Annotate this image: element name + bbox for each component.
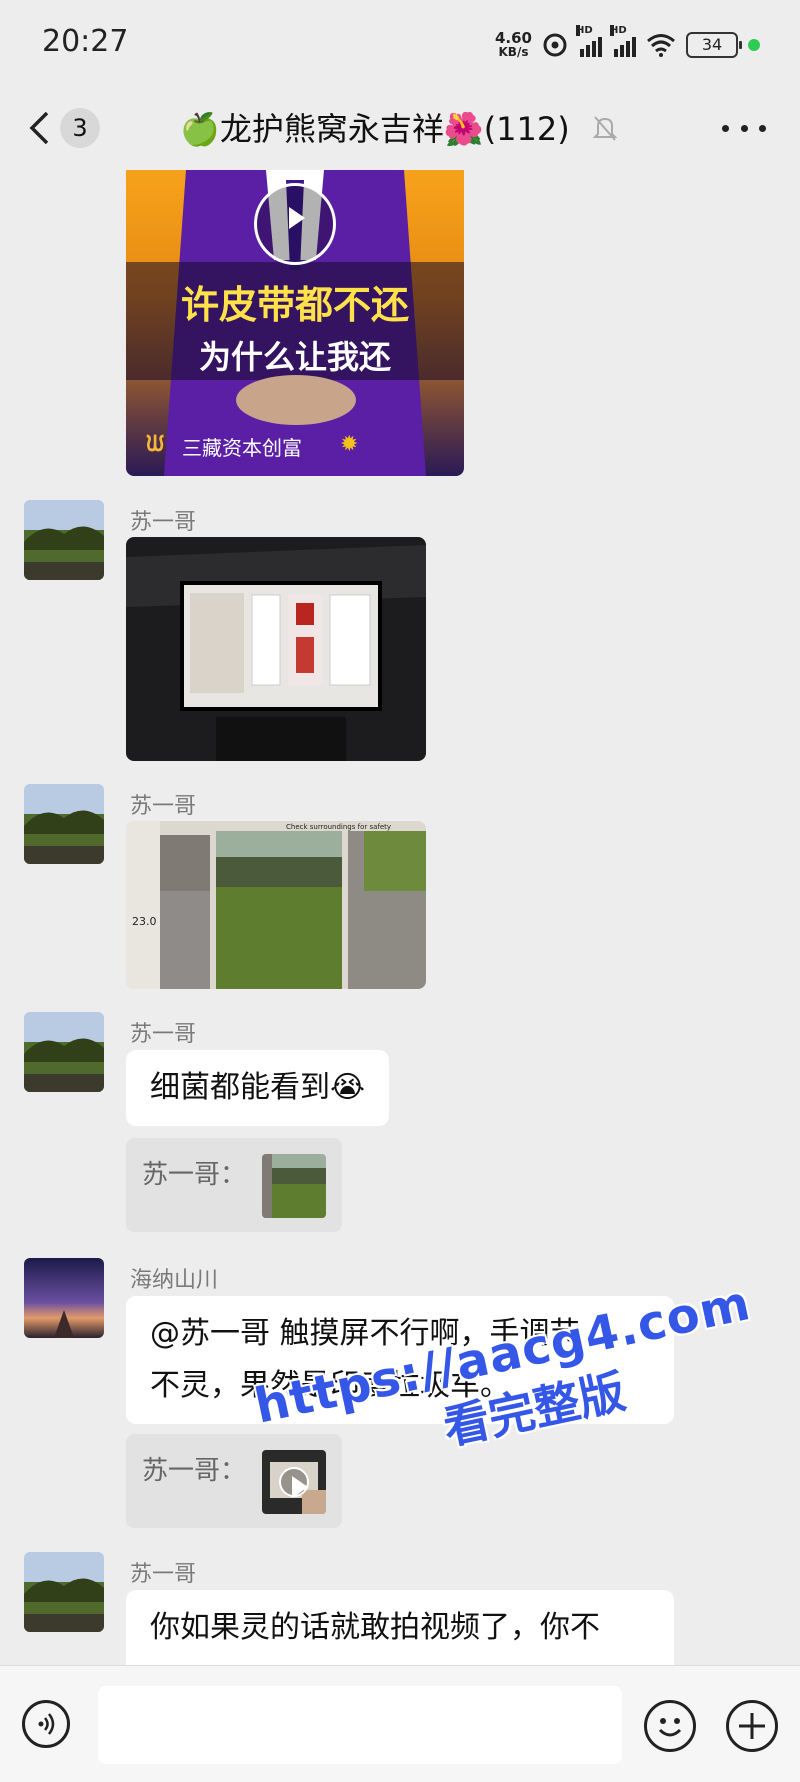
brand-logo-icon: ᙎ [146,432,165,457]
sender-name: 苏一哥 [130,510,197,535]
wifi-icon [647,34,675,57]
message-bubble[interactable]: 你如果灵的话就敢拍视频了，你不 [126,1590,674,1665]
sender-name: 苏一哥 [130,1562,197,1587]
video-headline: 许皮带都不还 [180,283,409,327]
quote-label: 苏一哥： [142,1456,247,1486]
image-message[interactable] [126,537,426,761]
avatar[interactable] [24,1258,104,1338]
more-dots-icon [722,124,729,132]
emoji-icon [658,1718,682,1737]
message-line: 不灵，果然是印度垃圾车。 [150,1368,510,1403]
car-screen-image [126,537,426,761]
chat-header: 3 🍏龙护熊窝永吉祥🌺(112) [0,86,800,170]
message-bubble[interactable]: 细菌都能看到😭 [126,1050,390,1126]
mute-bell-icon [592,116,618,141]
avatar[interactable] [24,500,104,580]
camera-overlay-number: 23.0 [132,915,157,928]
voice-icon [38,1713,55,1735]
back-button[interactable]: 3 [28,106,108,150]
online-dot [748,39,760,51]
quoted-message[interactable]: 苏一哥： [126,1434,342,1528]
message-line: @苏一哥 触摸屏不行啊，手调节 [150,1316,580,1351]
play-icon [279,1467,309,1499]
input-bar [0,1665,800,1782]
avatar[interactable] [24,1552,104,1632]
more-button[interactable] [722,112,766,144]
sender-name: 苏一哥 [130,794,197,819]
avatar[interactable] [24,1012,104,1092]
plus-button[interactable] [726,1700,778,1752]
sun-icon: ✹ [340,432,359,457]
quoted-message[interactable]: 苏一哥： [126,1138,342,1232]
quote-label: 苏一哥： [142,1160,247,1190]
quote-thumbnail [262,1450,326,1514]
message-bubble[interactable]: @苏一哥 触摸屏不行啊，手调节 不灵，果然是印度垃圾车。 [126,1296,674,1424]
signal-icon: HD [610,25,636,57]
avatar[interactable] [24,784,104,864]
video-brand: 三藏资本创富 [182,436,302,460]
camera-overlay-text: Check surroundings for safety [286,823,392,831]
voice-button[interactable] [22,1700,70,1748]
unread-badge: 3 [60,108,100,148]
emoji-button[interactable] [644,1700,696,1752]
back-chevron-icon [29,111,49,145]
quote-thumbnail [262,1154,326,1218]
status-icons: 4.60 KB/s HD HD 34 [494,25,760,62]
signal-icon: HD [576,25,602,57]
message-input[interactable] [98,1686,622,1764]
video-message[interactable]: 许皮带都不还 为什么让我还 三藏资本创富 ᙎ ✹ [126,170,464,476]
plus-icon [739,1713,765,1739]
hotspot-icon [543,33,567,57]
message-list[interactable]: 许皮带都不还 为什么让我还 三藏资本创富 ᙎ ✹ 苏一哥 苏一哥 Check s… [0,170,800,1665]
status-time: 20:27 [42,24,129,59]
status-bar: 20:27 4.60 KB/s HD HD 34 [0,0,800,86]
play-icon[interactable] [254,183,336,265]
camera-view-image [126,821,426,989]
sender-name: 海纳山川 [130,1268,219,1293]
chat-title[interactable]: 🍏龙护熊窝永吉祥🌺(112) [180,104,570,150]
net-speed: 4.60 KB/s [494,29,532,60]
sender-name: 苏一哥 [130,1022,197,1047]
battery-icon: 34 [686,32,742,58]
video-subline: 为什么让我还 [198,338,391,376]
image-message[interactable]: Check surroundings for safety 23.0 [126,821,426,989]
